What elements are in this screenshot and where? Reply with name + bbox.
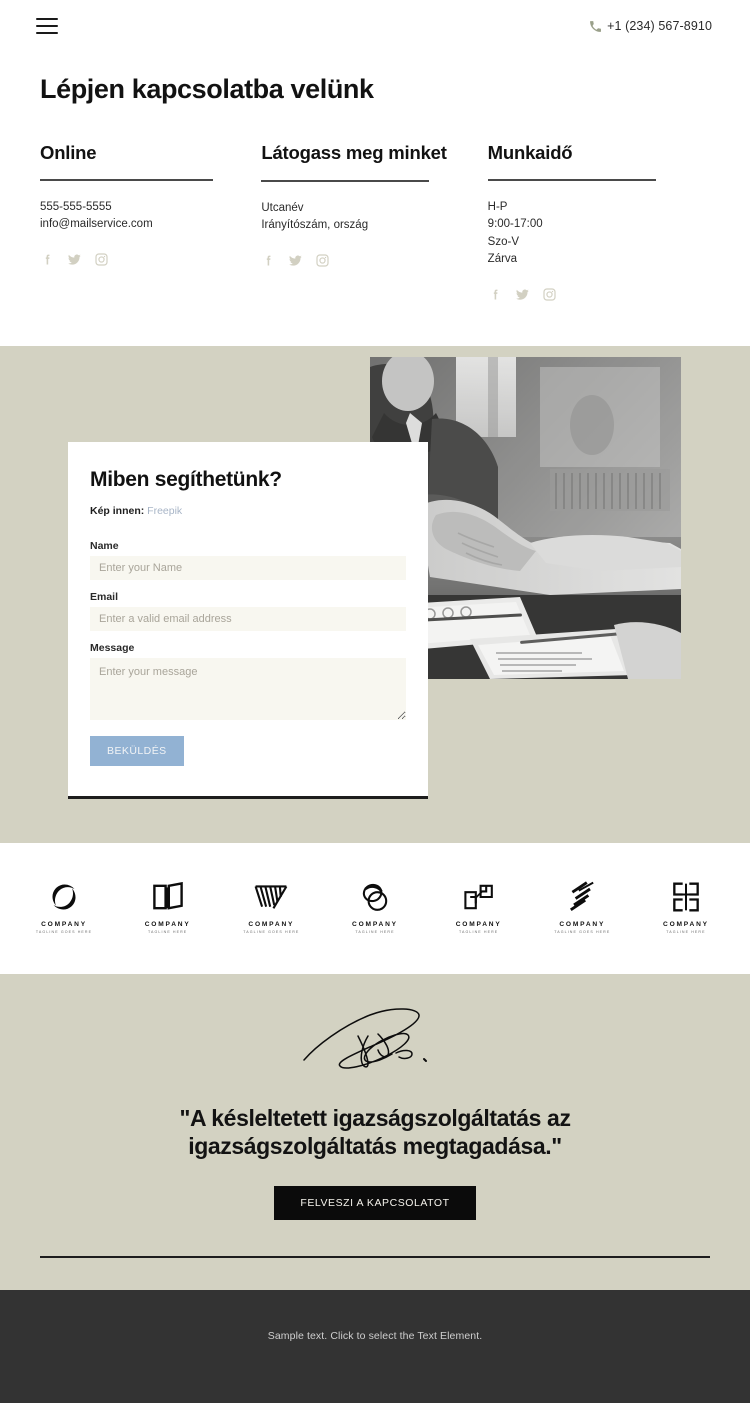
message-label: Message	[90, 641, 135, 654]
column-lines: Utcanév Irányítószám, ország	[261, 200, 459, 235]
twitter-icon[interactable]	[515, 287, 530, 302]
page-title: Lépjen kapcsolatba velünk	[40, 74, 374, 104]
quote-spacer	[40, 1258, 710, 1290]
form-title: Miben segíthetünk?	[90, 467, 282, 491]
logo-tagline: TAGLINE HERE	[666, 929, 706, 934]
logo-name: COMPANY	[248, 920, 295, 928]
footer-sample-text[interactable]: Sample text. Click to select the Text El…	[268, 1330, 483, 1403]
name-input[interactable]	[90, 555, 406, 580]
image-credit: Kép innen: Freepik	[90, 505, 406, 517]
submit-button[interactable]: BEKÜLDÉS	[90, 735, 184, 766]
logo-item[interactable]: COMPANY TAGLINE HERE	[644, 879, 728, 934]
contact-line: H-P	[487, 200, 508, 213]
twitter-icon[interactable]	[67, 252, 82, 267]
twitter-icon[interactable]	[288, 253, 303, 268]
name-label: Name	[90, 539, 119, 552]
contact-columns: Online 555-555-5555 info@mailservice.com…	[0, 105, 750, 346]
contact-line: 9:00-17:00	[487, 218, 543, 231]
contact-form-band: Miben segíthetünk? Kép innen: Freepik Na…	[0, 345, 750, 843]
social-row	[261, 253, 459, 268]
logo-tagline: TAGLINE HERE	[148, 929, 188, 934]
contact-line: Irányítószám, ország	[261, 219, 369, 232]
contact-line: 555-555-5555	[40, 200, 112, 213]
circle-swirl-logo-icon	[48, 879, 80, 915]
logo-item[interactable]: COMPANY TAGLINE GOES HERE	[22, 879, 106, 934]
column-lines: H-P 9:00-17:00 Szo-V Zárva	[488, 199, 686, 269]
site-footer: Sample text. Click to select the Text El…	[0, 1289, 750, 1403]
header-phone[interactable]: +1 (234) 567-8910	[589, 19, 712, 33]
social-row	[40, 252, 233, 267]
column-title: Online	[40, 142, 97, 163]
handwritten-signature-icon	[40, 1006, 710, 1078]
squares-logo-icon	[463, 879, 495, 915]
column-title: Látogass meg minket	[261, 142, 447, 163]
chevron-stripes-logo-icon	[254, 879, 288, 915]
social-row	[488, 287, 686, 302]
column-divider	[261, 179, 430, 182]
phone-number: +1 (234) 567-8910	[607, 19, 712, 33]
contact-column-visit: Látogass meg minket Utcanév Irányítószám…	[261, 141, 487, 302]
column-title: Munkaidő	[487, 142, 573, 163]
email-input[interactable]	[90, 606, 406, 631]
email-label: Email	[90, 590, 119, 603]
logo-item[interactable]: COMPANY TAGLINE HERE	[437, 879, 521, 934]
overlap-circles-logo-icon	[359, 879, 391, 915]
contact-cta-button[interactable]: FELVESZI A KAPCSOLATOT	[274, 1186, 476, 1221]
quote-text: "A késleltetett igazságszolgáltatás az i…	[179, 1104, 571, 1159]
logo-item[interactable]: COMPANY TAGLINE HERE	[333, 879, 417, 934]
contact-column-online: Online 555-555-5555 info@mailservice.com	[40, 141, 261, 302]
quote-section: "A késleltetett igazságszolgáltatás az i…	[0, 973, 750, 1290]
logo-name: COMPANY	[144, 920, 191, 928]
logo-item[interactable]: COMPANY TAGLINE HERE	[126, 879, 210, 934]
instagram-icon[interactable]	[542, 287, 557, 302]
credit-prefix: Kép innen:	[90, 504, 145, 517]
logo-name: COMPANY	[41, 920, 87, 928]
phone-icon	[589, 20, 602, 33]
contact-line: Utcanév	[261, 201, 304, 214]
bracket-blocks-logo-icon	[671, 879, 701, 915]
page-title-wrap: Lépjen kapcsolatba velünk	[0, 52, 750, 105]
logo-tagline: TAGLINE GOES HERE	[554, 929, 611, 934]
logo-item[interactable]: COMPANY TAGLINE GOES HERE	[229, 879, 313, 934]
logo-tagline: TAGLINE HERE	[458, 929, 499, 934]
logo-name: COMPANY	[455, 920, 502, 928]
instagram-icon[interactable]	[94, 252, 109, 267]
logo-item[interactable]: COMPANY TAGLINE GOES HERE	[540, 879, 624, 934]
column-divider	[40, 178, 213, 181]
site-header: +1 (234) 567-8910	[0, 0, 750, 52]
column-divider	[487, 178, 656, 181]
diagonal-lines-logo-icon	[567, 879, 597, 915]
contact-form-card: Miben segíthetünk? Kép innen: Freepik Na…	[68, 441, 428, 799]
contact-line: info@mailservice.com	[40, 218, 153, 231]
logo-tagline: TAGLINE GOES HERE	[35, 929, 93, 934]
column-lines: 555-555-5555 info@mailservice.com	[40, 199, 233, 234]
page-root: +1 (234) 567-8910 Lépjen kapcsolatba vel…	[0, 0, 750, 1403]
contact-line: Zárva	[487, 253, 518, 266]
open-book-logo-icon	[152, 879, 184, 915]
facebook-icon[interactable]	[261, 253, 276, 268]
contact-line: Szo-V	[487, 235, 519, 248]
logo-name: COMPANY	[352, 920, 398, 928]
facebook-icon[interactable]	[40, 252, 55, 267]
hamburger-menu-icon[interactable]	[36, 18, 58, 34]
facebook-icon[interactable]	[488, 287, 503, 302]
contact-column-hours: Munkaidő H-P 9:00-17:00 Szo-V Zárva	[487, 141, 714, 302]
logo-tagline: TAGLINE GOES HERE	[243, 929, 300, 934]
logo-tagline: TAGLINE HERE	[355, 929, 395, 934]
logo-name: COMPANY	[663, 920, 709, 928]
partner-logos-strip: COMPANY TAGLINE GOES HERE COMPANY TAGLIN…	[0, 842, 750, 974]
logo-name: COMPANY	[559, 920, 606, 928]
instagram-icon[interactable]	[315, 253, 330, 268]
message-input[interactable]	[90, 657, 406, 720]
freepik-link[interactable]: Freepik	[147, 505, 182, 517]
